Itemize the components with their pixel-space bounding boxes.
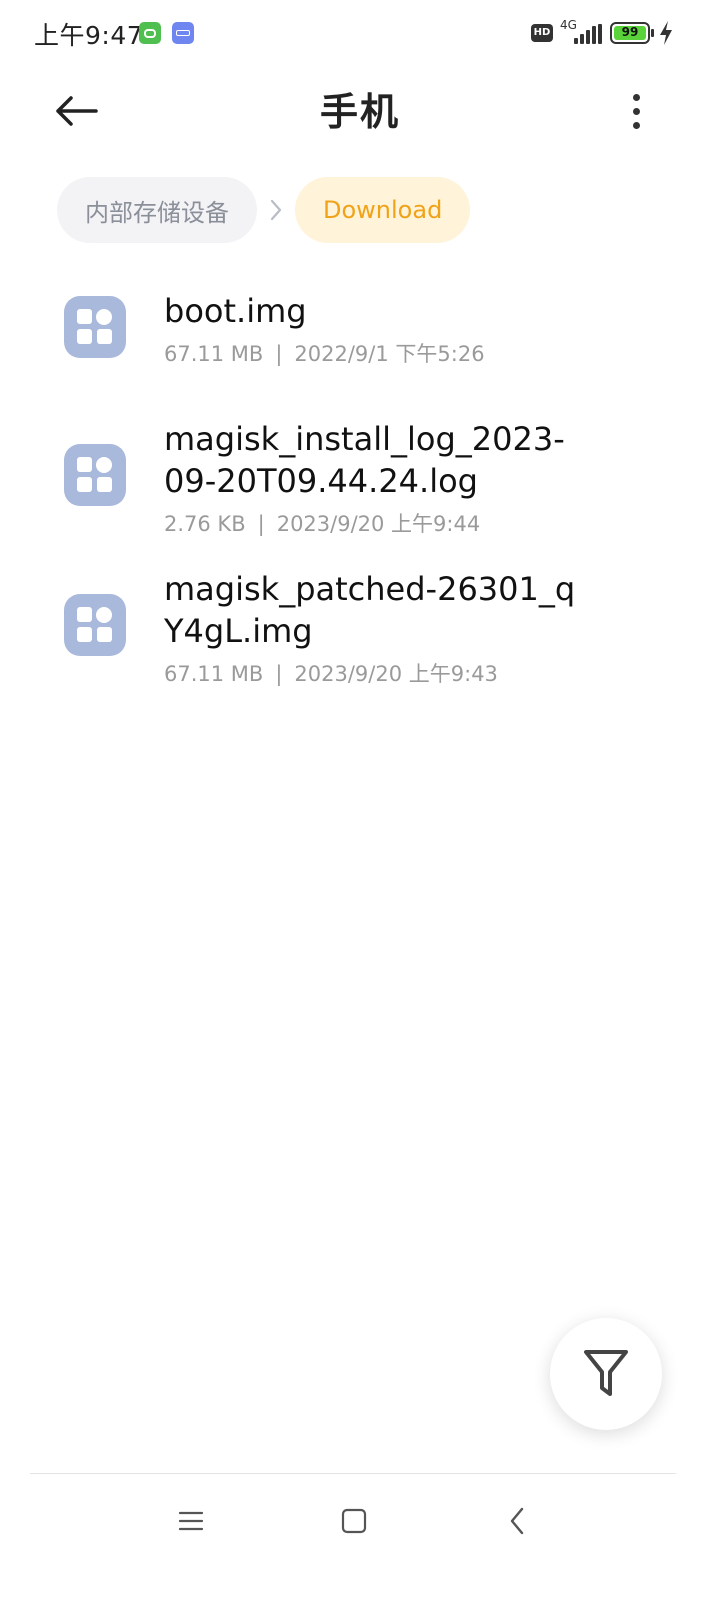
home-button[interactable] xyxy=(324,1496,384,1546)
chevron-right-icon xyxy=(257,177,295,243)
file-meta: 2.76 KB | 2023/9/20 上午9:44 xyxy=(164,508,480,538)
filter-button[interactable] xyxy=(550,1318,662,1430)
back-icon xyxy=(510,1507,524,1535)
file-date: 2022/9/1 下午5:26 xyxy=(294,342,485,366)
file-meta: 67.11 MB | 2023/9/20 上午9:43 xyxy=(164,658,498,688)
signal-icon xyxy=(574,24,604,44)
page-title: 手机 xyxy=(319,90,400,134)
charging-icon xyxy=(660,21,672,45)
breadcrumb: 内部存储设备 Download xyxy=(57,177,471,243)
file-size: 67.11 MB xyxy=(164,342,264,366)
file-name: magisk_patched-26301_qY4gL.img xyxy=(164,570,576,650)
breadcrumb-internal-storage[interactable]: 内部存储设备 xyxy=(57,177,257,243)
status-bar: 上午9:47 HD 4G 99 xyxy=(0,0,720,68)
file-date: 2023/9/20 上午9:43 xyxy=(294,662,498,686)
battery-icon: 99 xyxy=(610,22,650,44)
file-size: 2.76 KB xyxy=(164,512,246,536)
home-icon xyxy=(341,1508,367,1534)
more-vertical-icon xyxy=(632,93,640,101)
app-file-icon xyxy=(64,444,126,506)
file-row[interactable]: magisk_install_log_2023-09-20T09.44.24.l… xyxy=(0,410,720,544)
hd-icon: HD xyxy=(531,24,553,42)
battery-cap xyxy=(651,29,654,37)
file-meta: 67.11 MB | 2022/9/1 下午5:26 xyxy=(164,338,485,368)
miui-notification-icon xyxy=(172,22,194,44)
app-file-icon xyxy=(64,296,126,358)
status-time: 上午9:47 xyxy=(34,21,144,50)
breadcrumb-download[interactable]: Download xyxy=(295,177,471,243)
recents-button[interactable] xyxy=(161,1496,221,1546)
file-name: magisk_install_log_2023-09-20T09.44.24.l… xyxy=(164,420,565,500)
file-row[interactable]: boot.img 67.11 MB | 2022/9/1 下午5:26 xyxy=(0,270,720,388)
system-back-button[interactable] xyxy=(487,1496,547,1546)
more-options-button[interactable] xyxy=(614,86,658,136)
app-file-icon xyxy=(64,594,126,656)
file-row[interactable]: magisk_patched-26301_qY4gL.img 67.11 MB |… xyxy=(0,560,720,694)
menu-icon xyxy=(178,1511,204,1531)
battery-level: 99 xyxy=(621,25,639,39)
file-date: 2023/9/20 上午9:44 xyxy=(276,512,481,536)
meta-separator: | xyxy=(275,342,283,366)
meta-separator: | xyxy=(275,662,283,686)
nav-divider xyxy=(30,1473,676,1474)
filter-icon xyxy=(584,1350,628,1396)
file-size: 67.11 MB xyxy=(164,662,264,686)
meta-separator: | xyxy=(257,512,265,536)
wechat-notification-icon xyxy=(139,22,161,44)
file-name: boot.img xyxy=(164,292,307,330)
